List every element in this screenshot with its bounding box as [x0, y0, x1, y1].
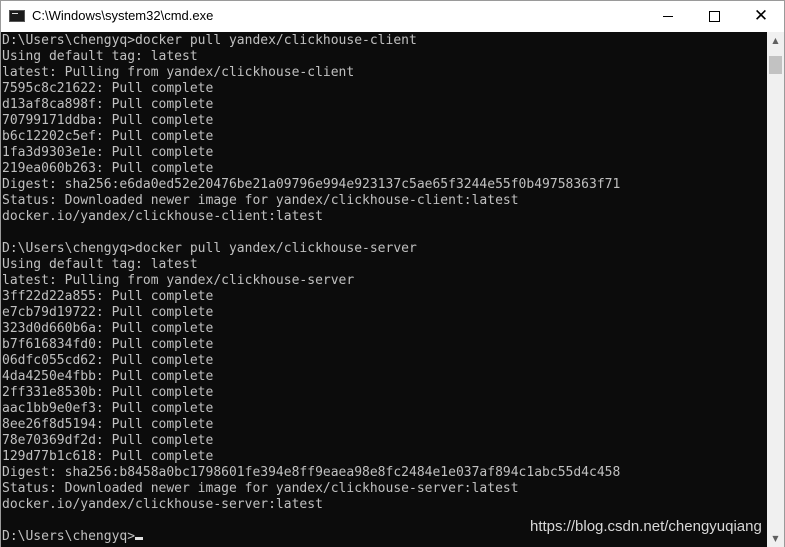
console-line: Using default tag: latest [2, 257, 198, 272]
console-line: 1fa3d9303e1e: Pull complete [2, 145, 214, 160]
console-line: D:\Users\chengyq>docker pull yandex/clic… [2, 241, 417, 256]
console-line: Status: Downloaded newer image for yande… [2, 193, 519, 208]
console-line: latest: Pulling from yandex/clickhouse-s… [2, 273, 355, 288]
console-line: b6c12202c5ef: Pull complete [2, 129, 214, 144]
console-line: 3ff22d22a855: Pull complete [2, 289, 214, 304]
maximize-button[interactable] [691, 1, 737, 32]
console-line: 2ff331e8530b: Pull complete [2, 385, 214, 400]
console-line: 323d0d660b6a: Pull complete [2, 321, 214, 336]
console-line: 78e70369df2d: Pull complete [2, 433, 214, 448]
watermark-text: https://blog.csdn.net/chengyuqiang [530, 518, 762, 535]
console-line: 129d77b1c618: Pull complete [2, 449, 214, 464]
title-bar[interactable]: C:\Windows\system32\cmd.exe ✕ [1, 1, 784, 32]
console-line: latest: Pulling from yandex/clickhouse-c… [2, 65, 355, 80]
console-line: 7595c8c21622: Pull complete [2, 81, 214, 96]
console-line: b7f616834fd0: Pull complete [2, 337, 214, 352]
maximize-icon [708, 11, 720, 22]
minimize-icon [663, 16, 673, 17]
console-line: d13af8ca898f: Pull complete [2, 97, 214, 112]
console-line: D:\Users\chengyq> [2, 529, 620, 545]
console-line: 06dfc055cd62: Pull complete [2, 353, 214, 368]
console-output[interactable]: D:\Users\chengyq>docker pull yandex/clic… [1, 32, 767, 547]
console-line: 4da4250e4fbb: Pull complete [2, 369, 214, 384]
console-line: docker.io/yandex/clickhouse-server:lates… [2, 497, 323, 512]
console-line: docker.io/yandex/clickhouse-client:lates… [2, 209, 323, 224]
scroll-up-icon[interactable]: ▲ [767, 32, 784, 49]
window-title: C:\Windows\system32\cmd.exe [32, 8, 214, 23]
console-line: Digest: sha256:b8458a0bc1798601fe394e8ff… [2, 465, 621, 480]
console-line: Using default tag: latest [2, 49, 198, 64]
cmd-window: C:\Windows\system32\cmd.exe ✕ D:\Users\c… [0, 0, 785, 547]
cmd-console-icon[interactable] [9, 10, 25, 22]
close-button[interactable]: ✕ [738, 1, 784, 32]
scroll-down-icon[interactable]: ▼ [767, 530, 784, 547]
console-line: 70799171ddba: Pull complete [2, 113, 214, 128]
console-line: 8ee26f8d5194: Pull complete [2, 417, 214, 432]
console-line: e7cb79d19722: Pull complete [2, 305, 214, 320]
scroll-thumb[interactable] [769, 56, 782, 74]
console-line: D:\Users\chengyq>docker pull yandex/clic… [2, 33, 417, 48]
console-lines: D:\Users\chengyq>docker pull yandex/clic… [2, 33, 620, 545]
text-cursor [135, 537, 144, 540]
console-line: 219ea060b263: Pull complete [2, 161, 214, 176]
console-line: Digest: sha256:e6da0ed52e20476be21a09796… [2, 177, 621, 192]
minimize-button[interactable] [645, 1, 691, 32]
console-line: aac1bb9e0ef3: Pull complete [2, 401, 214, 416]
vertical-scrollbar[interactable]: ▲ ▼ [767, 32, 784, 547]
close-icon: ✕ [753, 6, 769, 26]
console-line: Status: Downloaded newer image for yande… [2, 481, 519, 496]
